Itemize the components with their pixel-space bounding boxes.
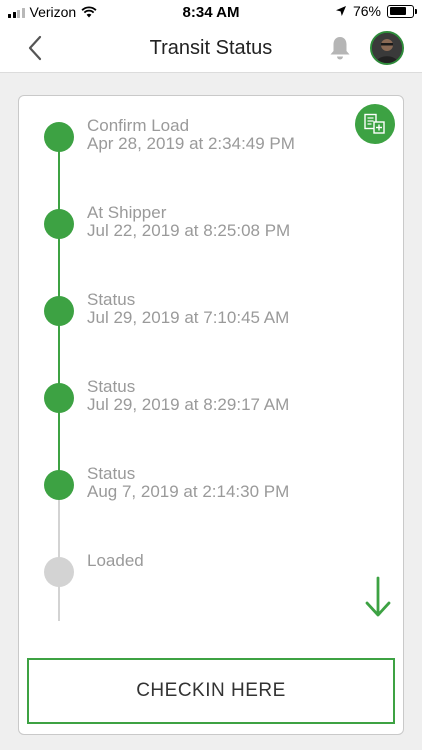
timeline-dot-completed [44, 296, 74, 326]
timeline-event-date: Apr 28, 2019 at 2:34:49 PM [87, 134, 295, 153]
timeline-event: Confirm Load Apr 28, 2019 at 2:34:49 PM [19, 116, 359, 166]
status-bar-right: 76% [335, 3, 417, 19]
timeline-event-title: Status [87, 290, 136, 309]
timeline-dot-completed [44, 209, 74, 239]
user-photo-icon [372, 33, 402, 63]
timeline-event-date: Jul 29, 2019 at 7:10:45 AM [87, 308, 290, 327]
timeline-event-date: Aug 7, 2019 at 2:14:30 PM [87, 482, 290, 501]
documents-button[interactable] [355, 104, 395, 144]
timeline-event-title: Loaded [87, 551, 144, 570]
scroll-down-arrow-icon[interactable] [363, 576, 393, 618]
status-bar: Verizon 8:34 AM 76% [0, 0, 422, 24]
documents-icon [364, 113, 385, 134]
battery-percent: 76% [352, 3, 381, 19]
battery-icon [387, 4, 417, 18]
timeline-event: Loaded [19, 551, 359, 601]
timeline-event: At Shipper Jul 22, 2019 at 8:25:08 PM [19, 203, 359, 253]
timeline-event-title: Status [87, 464, 136, 483]
battery-fill [389, 7, 407, 15]
nav-bar: Transit Status [0, 24, 422, 73]
location-arrow-icon [335, 6, 346, 16]
page-title: Transit Status [149, 37, 273, 59]
timeline-event-title: At Shipper [87, 203, 167, 222]
timeline-event: Status Jul 29, 2019 at 8:29:17 AM [19, 377, 359, 427]
timeline-event: Status Aug 7, 2019 at 2:14:30 PM [19, 464, 359, 514]
timeline-event-date: Jul 22, 2019 at 8:25:08 PM [87, 221, 291, 240]
timeline-dot-completed [44, 470, 74, 500]
avatar[interactable] [370, 31, 404, 65]
bell-icon[interactable] [326, 34, 354, 62]
timeline: Confirm Load Apr 28, 2019 at 2:34:49 PM At… [19, 96, 403, 636]
timeline-dot-completed [44, 122, 74, 152]
timeline-event-title: Confirm Load [87, 116, 190, 135]
timeline-event-title: Status [87, 377, 136, 396]
transit-status-card: Confirm Load Apr 28, 2019 at 2:34:49 PM At… [18, 95, 404, 735]
timeline-dot-pending [44, 557, 74, 587]
timeline-event-date: Jul 29, 2019 at 8:29:17 AM [87, 395, 290, 414]
timeline-event: Status Jul 29, 2019 at 7:10:45 AM [19, 290, 359, 340]
checkin-button[interactable]: CHECKIN HERE [27, 658, 395, 724]
timeline-dot-completed [44, 383, 74, 413]
